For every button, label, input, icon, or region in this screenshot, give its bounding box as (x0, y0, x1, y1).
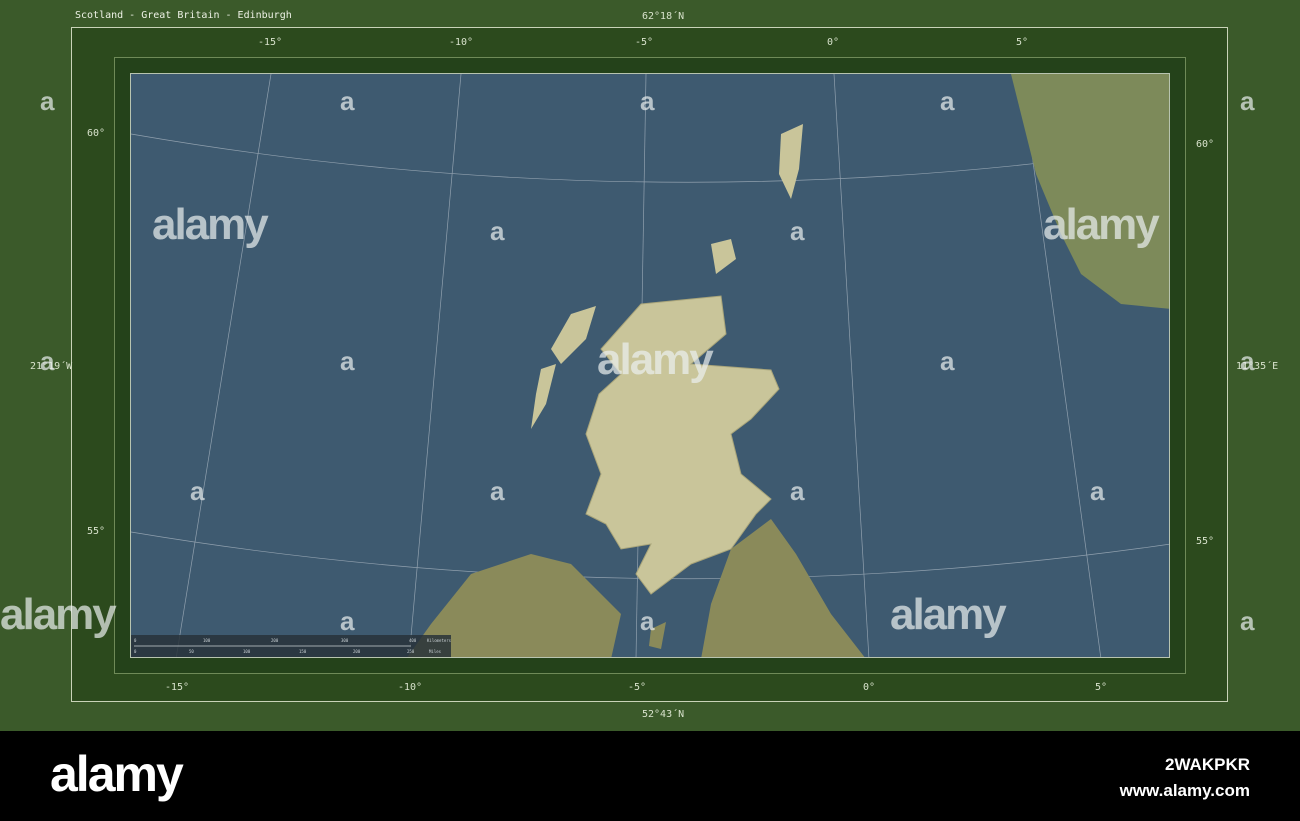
watermark-logo: alamy (0, 590, 117, 639)
lon-label-bottom: 5° (1095, 682, 1108, 693)
mi-unit: Miles (429, 649, 442, 654)
uist-islands (531, 364, 556, 429)
parallel-60 (131, 133, 1169, 183)
watermark-a: a (40, 346, 55, 376)
meridian-0 (833, 74, 870, 657)
lat-label-right: 60° (1196, 139, 1215, 150)
north-extent-label: 62°18´N (642, 11, 685, 22)
lon-label-top: -10° (449, 37, 474, 48)
watermark-logo: alamy (597, 335, 714, 384)
watermark-a: a (490, 216, 505, 246)
lon-label-top: -15° (258, 37, 283, 48)
watermark-logo: alamy (1043, 200, 1160, 249)
scale-bar-lines (134, 645, 411, 647)
watermark-a: a (940, 86, 955, 116)
watermark-a: a (640, 86, 655, 116)
watermark-a: a (340, 86, 355, 116)
lat-label-left: 60° (87, 128, 106, 139)
km-tick: 0 (134, 638, 137, 643)
lat-label-right: 55° (1196, 536, 1215, 547)
watermark-logo: alamy (152, 200, 269, 249)
lon-label-bottom: 0° (863, 682, 876, 693)
mi-tick: 0 (134, 649, 137, 654)
km-tick: 100 (203, 638, 211, 643)
mi-tick: 200 (353, 649, 361, 654)
km-tick: 300 (341, 638, 349, 643)
km-unit: Kilometers (427, 638, 452, 643)
watermark-a: a (340, 606, 355, 636)
mi-tick: 250 (407, 649, 415, 654)
outer-hebrides (551, 306, 596, 364)
norway-land (1011, 74, 1169, 309)
map-frame: Scotland - Great Britain - Edinburgh 62°… (0, 0, 1300, 731)
lon-label-bottom: -10° (398, 682, 423, 693)
watermark-a: a (340, 346, 355, 376)
watermark-a: a (1240, 86, 1255, 116)
km-tick: 200 (271, 638, 279, 643)
watermark-a: a (1240, 606, 1255, 636)
watermark-a: a (640, 606, 655, 636)
lon-label-top: 5° (1016, 37, 1029, 48)
lat-label-left: 55° (87, 526, 106, 537)
orkney (711, 239, 736, 274)
footer-info: 2WAKPKR www.alamy.com (1120, 755, 1250, 807)
meridian-minus15 (175, 74, 272, 657)
km-tick: 400 (409, 638, 417, 643)
watermark-a: a (490, 476, 505, 506)
mi-tick: 150 (299, 649, 307, 654)
lon-label-bottom: -5° (628, 682, 647, 693)
watermark-a: a (40, 86, 55, 116)
lon-label-top: 0° (827, 37, 840, 48)
watermark-a: a (790, 476, 805, 506)
shetland (779, 124, 803, 199)
watermark-logo: alamy (890, 590, 1007, 639)
lon-label-top: -5° (635, 37, 654, 48)
watermark-a: a (1090, 476, 1105, 506)
mi-tick: 50 (189, 649, 194, 654)
watermark-a: a (940, 346, 955, 376)
footer-bar: alamy 2WAKPKR www.alamy.com (0, 731, 1300, 821)
alamy-logo: alamy (50, 746, 184, 802)
watermark-a: a (190, 476, 205, 506)
lon-label-bottom: -15° (165, 682, 190, 693)
scale-bar: 0 100 200 300 400 Kilometers 0 50 100 15… (131, 635, 451, 657)
mi-tick: 100 (243, 649, 251, 654)
map-title: Scotland - Great Britain - Edinburgh (75, 10, 292, 21)
watermark-a: a (1240, 346, 1255, 376)
image-id: 2WAKPKR (1164, 755, 1250, 774)
site-url[interactable]: www.alamy.com (1120, 781, 1250, 801)
south-extent-label: 52°43´N (642, 709, 685, 720)
watermark-a: a (790, 216, 805, 246)
